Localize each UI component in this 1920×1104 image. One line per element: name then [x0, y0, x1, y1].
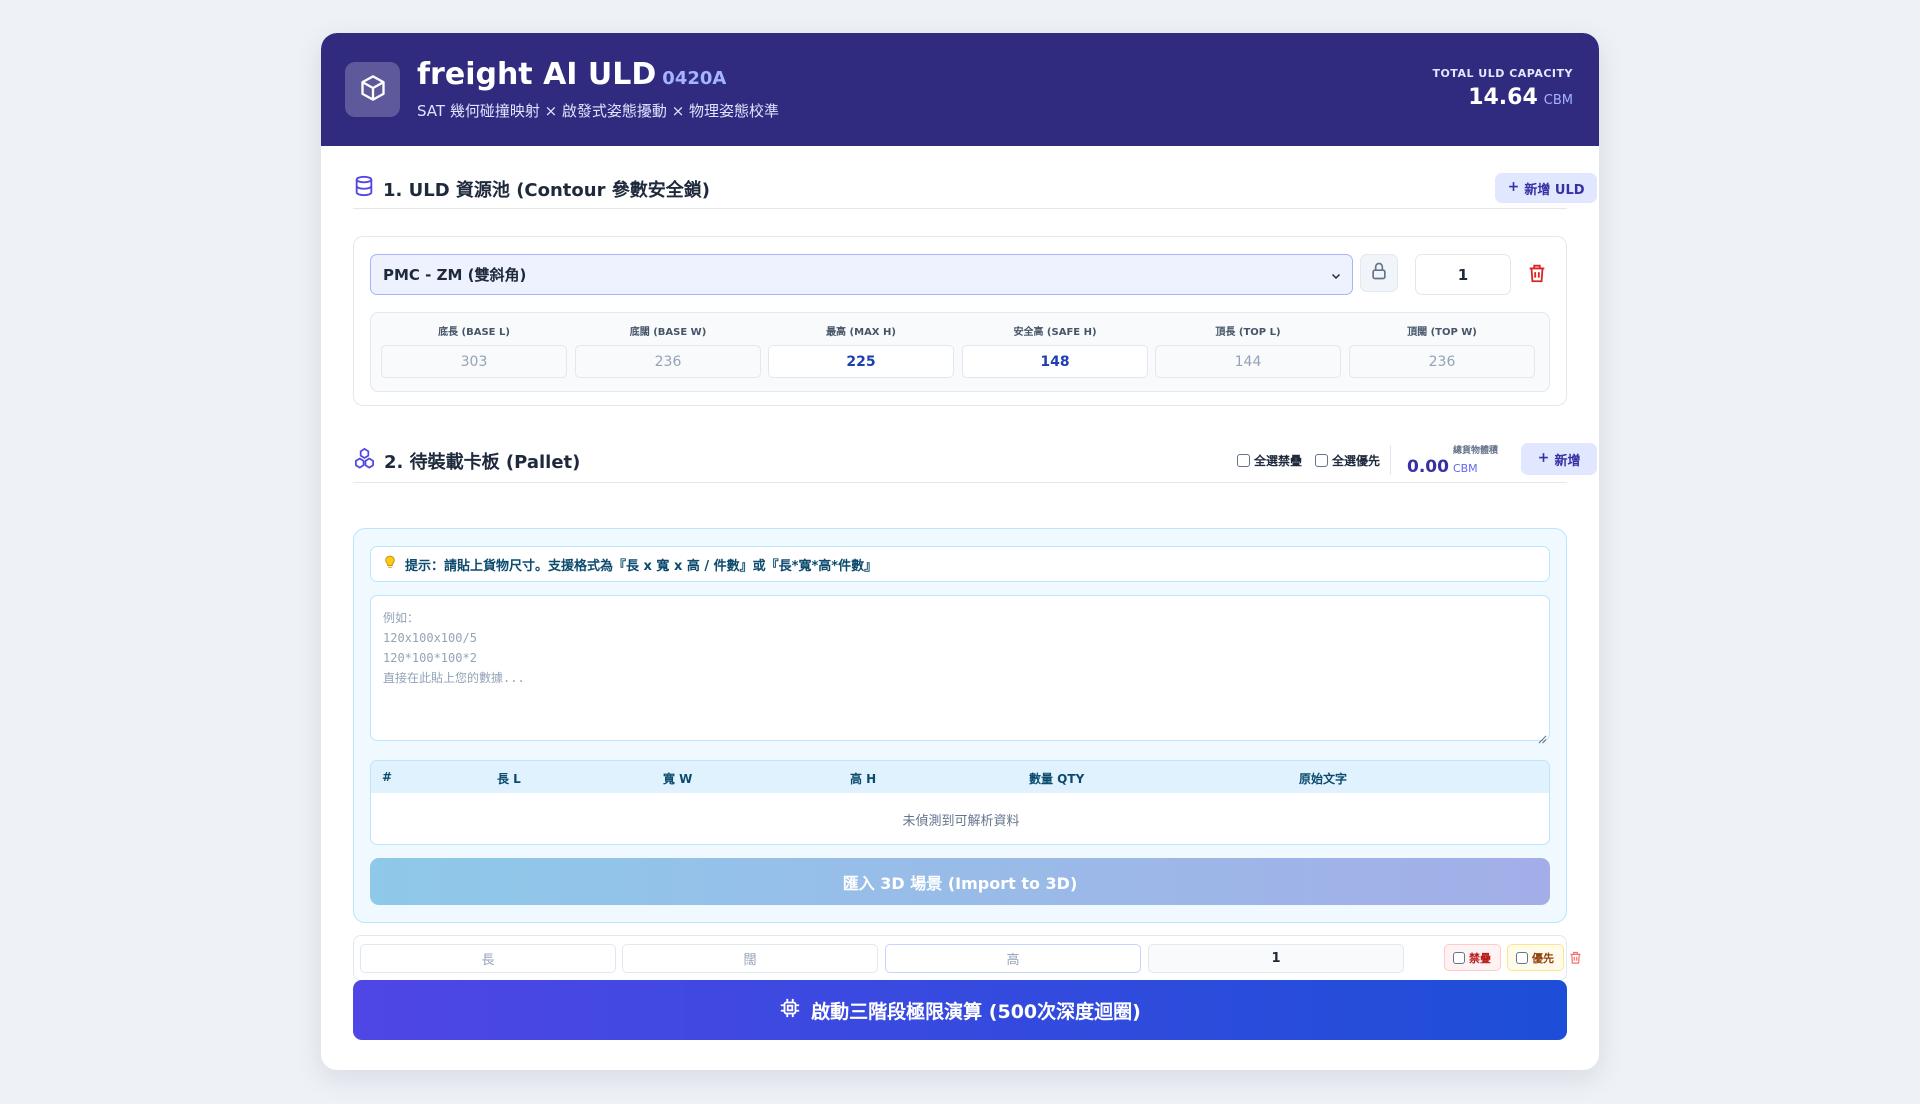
capacity-number: 14.64	[1468, 85, 1538, 110]
col-header-raw-text: 原始文字	[1299, 772, 1348, 786]
hint-text: 提示：請貼上貨物尺寸。支援格式為『長 x 寬 x 高 / 件數』或『長*寬*高*…	[405, 558, 878, 574]
dim-label: 最高 (MAX H)	[826, 327, 896, 338]
uld-quantity-input[interactable]: 1	[1415, 254, 1511, 295]
select-all-priority-label: 全選優先	[1332, 454, 1381, 468]
app-version: 0420A	[662, 68, 727, 89]
safe-height-input[interactable]: 148	[962, 345, 1148, 378]
capacity-value: 14.64 CBM	[1468, 85, 1573, 110]
dim-base-width: 底闊 (BASE W) 236	[575, 323, 761, 378]
run-button-label: 啟動三階段極限演算 (500次深度迴圈)	[811, 1000, 1141, 1023]
trash-icon	[1526, 262, 1548, 288]
add-uld-button[interactable]: 新增 ULD	[1495, 173, 1597, 203]
col-header-quantity: 數量 QTY	[1029, 772, 1085, 786]
database-icon	[353, 175, 375, 202]
checkbox-box	[1453, 951, 1465, 964]
uld-dimensions-panel: 底長 (BASE L) 303 底闊 (BASE W) 236 最高 (MAX …	[370, 312, 1550, 392]
cpu-icon	[779, 997, 801, 1024]
dim-top-length: 頂長 (TOP L) 144	[1155, 323, 1341, 378]
import-3d-button[interactable]: 匯入 3D 場景 (Import to 3D)	[370, 858, 1550, 905]
cube-icon	[359, 74, 387, 106]
app-logo	[345, 62, 400, 117]
uld-type-select[interactable]: PMC - ZM (雙斜角)	[370, 254, 1353, 295]
total-volume-value: 0.00 CBM	[1407, 457, 1478, 477]
pallet-section-title-text: 2. 待裝載卡板 (Pallet)	[384, 452, 581, 473]
add-pallet-label: 新增	[1554, 453, 1581, 469]
uld-card: PMC - ZM (雙斜角) 1 底長 (BASE L) 303 底闊 (BAS…	[353, 236, 1567, 406]
app-subtitle: SAT 幾何碰撞映射 × 啟發式姿態擾動 × 物理姿態校準	[417, 102, 780, 120]
pallet-length-input[interactable]: 長	[360, 944, 616, 973]
uld-section-title: 1. ULD 資源池 (Contour 參數安全鎖)	[353, 175, 710, 202]
dim-label: 安全高 (SAFE H)	[1013, 327, 1097, 338]
lock-icon	[1369, 261, 1389, 285]
select-all-no-stack-checkbox[interactable]: 全選禁疊	[1237, 452, 1302, 469]
paste-hint: 提示：請貼上貨物尺寸。支援格式為『長 x 寬 x 高 / 件數』或『長*寬*高*…	[370, 546, 1550, 582]
max-height-input[interactable]: 225	[768, 345, 954, 378]
dim-label: 底長 (BASE L)	[438, 327, 510, 338]
divider	[1390, 445, 1391, 475]
dim-value: 236	[1349, 345, 1535, 378]
add-pallet-button[interactable]: 新增	[1521, 443, 1597, 475]
dim-max-height: 最高 (MAX H) 225	[768, 323, 954, 378]
app-header: freight AI ULD 0420A SAT 幾何碰撞映射 × 啟發式姿態擾動…	[321, 33, 1599, 146]
select-all-priority-checkbox[interactable]: 全選優先	[1315, 452, 1380, 469]
priority-toggle[interactable]: 優先	[1507, 944, 1564, 971]
dim-safe-height: 安全高 (SAFE H) 148	[962, 323, 1148, 378]
delete-pallet-button[interactable]	[1568, 950, 1583, 969]
pallet-height-input[interactable]: 高	[885, 944, 1141, 973]
no-stack-toggle[interactable]: 禁疊	[1444, 944, 1501, 971]
table-header: # 長 L 寬 W 高 H 數量 QTY 原始文字	[371, 761, 1549, 793]
uld-section-title-text: 1. ULD 資源池 (Contour 參數安全鎖)	[383, 179, 710, 201]
dim-label: 底闊 (BASE W)	[629, 327, 707, 338]
bulb-icon	[383, 554, 397, 574]
chevron-down-icon	[1330, 268, 1342, 286]
col-header-height: 高 H	[850, 772, 877, 786]
dim-label: 頂長 (TOP L)	[1215, 327, 1281, 338]
col-header-index: #	[382, 770, 393, 784]
checkbox-box	[1237, 454, 1250, 467]
run-optimization-button[interactable]: 啟動三階段極限演算 (500次深度迴圈)	[353, 980, 1567, 1040]
dim-value: 303	[381, 345, 567, 378]
plus-icon	[1537, 451, 1550, 468]
col-header-width: 寬 W	[663, 772, 693, 786]
boxes-icon	[353, 447, 376, 475]
pallet-quantity-input[interactable]: 1	[1148, 944, 1404, 973]
main-card: freight AI ULD 0420A SAT 幾何碰撞映射 × 啟發式姿態擾動…	[321, 33, 1599, 1070]
bulk-import-panel: 提示：請貼上貨物尺寸。支援格式為『長 x 寬 x 高 / 件數』或『長*寬*高*…	[353, 528, 1567, 923]
delete-uld-button[interactable]	[1522, 260, 1552, 290]
no-stack-label: 禁疊	[1469, 951, 1491, 965]
plus-icon	[1507, 180, 1520, 197]
pallet-section-header: 2. 待裝載卡板 (Pallet) 全選禁疊 全選優先 總貨物體積 0.00 CB…	[353, 439, 1597, 483]
uld-type-value: PMC - ZM (雙斜角)	[383, 266, 527, 284]
dim-value: 236	[575, 345, 761, 378]
dim-value: 144	[1155, 345, 1341, 378]
app-title: freight AI ULD 0420A	[417, 57, 726, 92]
parsed-table: # 長 L 寬 W 高 H 數量 QTY 原始文字 未偵測到可解析資料	[370, 760, 1550, 845]
total-volume-label: 總貨物體積	[1453, 446, 1499, 456]
trash-icon	[1568, 950, 1583, 969]
checkbox-box	[1315, 454, 1328, 467]
capacity-label: TOTAL ULD CAPACITY	[1432, 67, 1573, 80]
dim-base-length: 底長 (BASE L) 303	[381, 323, 567, 378]
paste-textarea[interactable]: 例如： 120x100x100/5 120*100*100*2 直接在此貼上您的…	[370, 595, 1550, 741]
app-title-text: freight AI ULD	[417, 57, 657, 92]
lock-toggle-button[interactable]	[1360, 254, 1398, 292]
capacity-unit: CBM	[1543, 93, 1573, 108]
checkbox-box	[1516, 951, 1528, 964]
pallet-section-title: 2. 待裝載卡板 (Pallet)	[353, 447, 580, 475]
dim-label: 頂闊 (TOP W)	[1407, 327, 1477, 338]
col-header-length: 長 L	[497, 772, 521, 786]
priority-label: 優先	[1532, 951, 1554, 965]
pallet-width-input[interactable]: 闊	[622, 944, 878, 973]
pallet-row: 長 闊 高 1 禁疊 優先	[353, 935, 1581, 981]
total-volume-unit: CBM	[1452, 462, 1478, 475]
dim-top-width: 頂闊 (TOP W) 236	[1349, 323, 1535, 378]
uld-section-header: 1. ULD 資源池 (Contour 參數安全鎖) 新增 ULD	[353, 169, 1597, 209]
total-volume-number: 0.00	[1407, 457, 1449, 477]
table-empty-message: 未偵測到可解析資料	[902, 813, 1020, 829]
add-uld-label: 新增 ULD	[1524, 182, 1585, 198]
select-all-no-stack-label: 全選禁疊	[1254, 454, 1303, 468]
